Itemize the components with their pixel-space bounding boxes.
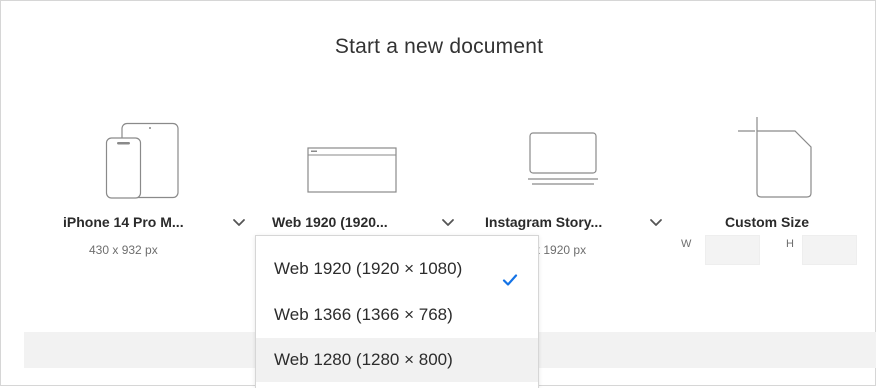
chevron-down-icon[interactable] bbox=[440, 214, 456, 230]
preset-label: Custom Size bbox=[725, 214, 810, 230]
page-title: Start a new document bbox=[334, 35, 544, 58]
preset-size-dropdown[interactable]: Web 1920 (1920 × 1080) Web 1366 (1366 × … bbox=[255, 235, 539, 388]
width-input[interactable] bbox=[705, 235, 760, 265]
new-document-panel: Start a new document iPhone 14 Pro M... … bbox=[0, 0, 876, 388]
dropdown-item-web-1920[interactable]: Web 1920 (1920 × 1080) bbox=[256, 247, 538, 291]
laptop-document-icon bbox=[528, 132, 598, 193]
blank-document-icon bbox=[737, 117, 817, 204]
dropdown-item-label: Web 1366 (1366 × 768) bbox=[274, 305, 453, 324]
dropdown-item-web-1280[interactable]: Web 1280 (1280 × 800) bbox=[256, 338, 538, 382]
check-icon bbox=[502, 261, 518, 286]
height-label: H bbox=[786, 238, 794, 250]
preset-label[interactable]: Web 1920 (1920... bbox=[272, 214, 388, 230]
width-label: W bbox=[681, 238, 692, 250]
height-input[interactable] bbox=[802, 235, 857, 265]
chevron-down-icon[interactable] bbox=[231, 214, 247, 230]
dropdown-item-label: Web 1920 (1920 × 1080) bbox=[274, 259, 463, 278]
preset-label[interactable]: Instagram Story... bbox=[485, 214, 602, 230]
dropdown-item-label: Web 1280 (1280 × 800) bbox=[274, 350, 453, 369]
preset-label[interactable]: iPhone 14 Pro M... bbox=[63, 214, 184, 230]
phone-tablet-icon bbox=[105, 122, 183, 205]
preset-size: 430 x 932 px bbox=[89, 243, 158, 257]
browser-window-icon bbox=[307, 147, 397, 198]
dropdown-item-web-1366[interactable]: Web 1366 (1366 × 768) bbox=[256, 293, 538, 337]
chevron-down-icon[interactable] bbox=[648, 214, 664, 230]
